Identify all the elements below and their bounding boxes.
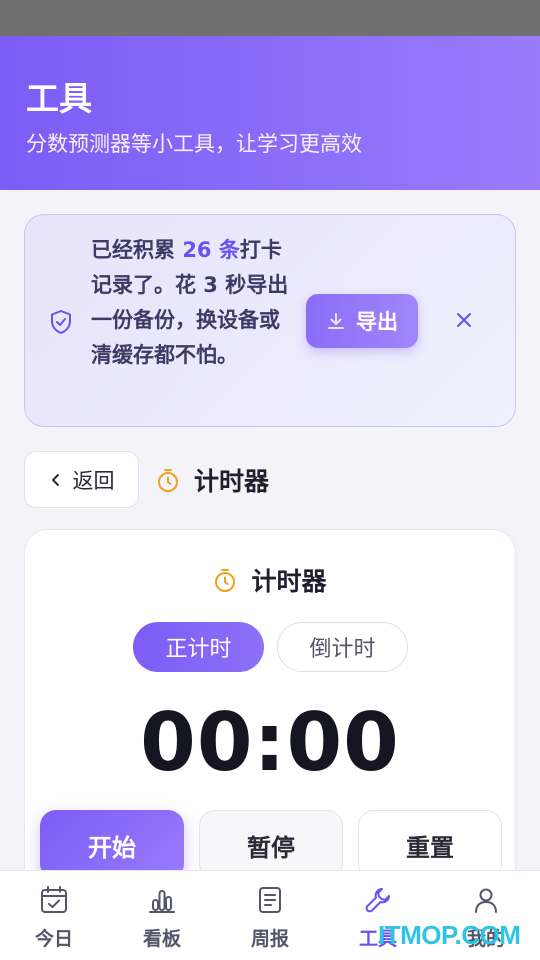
download-icon [328, 313, 344, 329]
tab-weekly-report[interactable]: 周报 [216, 871, 324, 960]
timer-title-label: 计时器 [251, 567, 327, 596]
backup-message: 已经积累 26 条打卡记录了。花 3 秒导出一份备份，换设备或清缓存都不怕。 [91, 233, 289, 373]
tab-dashboard[interactable]: 看板 [108, 871, 216, 960]
user-icon [475, 888, 497, 913]
tab-label: 周报 [250, 928, 289, 950]
tab-label: 今日 [34, 928, 73, 950]
timer-title: 计时器 [25, 562, 515, 598]
close-icon[interactable] [455, 311, 473, 329]
calendar-check-icon [41, 886, 67, 913]
chevron-left-icon [51, 473, 59, 486]
stopwatch-icon [215, 569, 236, 592]
message-prefix: 已经积累 [91, 238, 183, 262]
page-title: 工具 [26, 79, 92, 118]
backup-notice: 已经积累 26 条打卡记录了。花 3 秒导出一份备份，换设备或清缓存都不怕。 导… [24, 214, 516, 427]
mode-countup-tab[interactable]: 正计时 [133, 622, 264, 672]
bar-chart-icon [149, 890, 175, 913]
record-count: 26 条 [182, 238, 240, 262]
section-title-label: 计时器 [194, 467, 270, 496]
section-title: 计时器 [156, 462, 269, 498]
export-button[interactable]: 导出 [306, 294, 418, 348]
wrench-icon [365, 888, 390, 913]
back-label: 返回 [72, 468, 115, 493]
timer-card: 计时器 正计时 倒计时 00:00 开始 暂停 重置 [24, 529, 516, 929]
tab-today[interactable]: 今日 [0, 871, 108, 960]
shield-check-icon [51, 310, 71, 334]
timer-display: 00:00 [140, 696, 400, 789]
document-icon [259, 887, 281, 913]
export-label: 导出 [356, 310, 398, 334]
back-button[interactable]: 返回 [24, 451, 139, 508]
status-bar [0, 0, 540, 36]
page-header: 工具 分数预测器等小工具，让学习更高效 [0, 36, 540, 190]
mode-countdown-tab[interactable]: 倒计时 [277, 622, 408, 672]
watermark: ITMOP.COM [378, 920, 521, 950]
tab-label: 看板 [142, 928, 181, 950]
page-subtitle: 分数预测器等小工具，让学习更高效 [26, 132, 362, 156]
stopwatch-icon [158, 469, 178, 492]
